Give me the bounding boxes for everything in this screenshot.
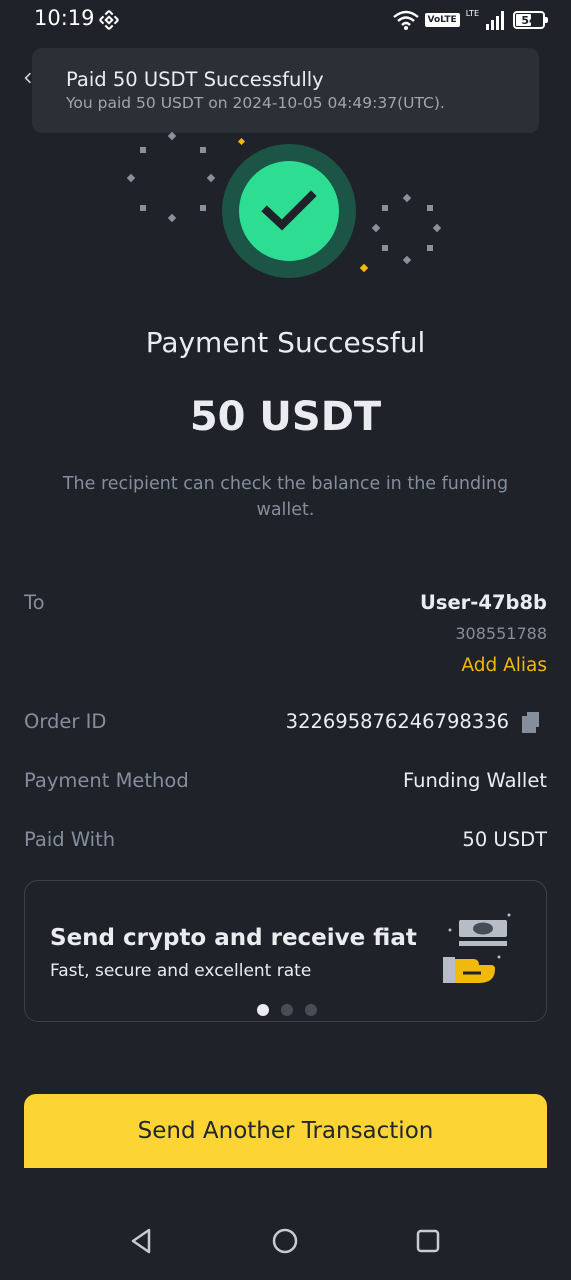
order-id-value: 322695876246798336 <box>285 710 509 733</box>
promo-banner[interactable]: Send crypto and receive fiat Fast, secur… <box>24 880 547 1022</box>
checkmark-icon <box>261 190 317 231</box>
back-arrow-icon[interactable] <box>24 72 32 84</box>
success-illustration <box>120 128 450 288</box>
nav-back-icon[interactable] <box>127 1226 157 1256</box>
toast-subtitle: You paid 50 USDT on 2024-10-05 04:49:37(… <box>66 94 445 112</box>
binance-icon <box>99 10 119 30</box>
result-title: Payment Successful <box>145 326 426 359</box>
order-id-label: Order ID <box>24 710 107 733</box>
recipient-name: User-47b8b <box>420 591 547 614</box>
battery-level: 54 <box>521 13 537 27</box>
nav-recents-icon[interactable] <box>413 1226 443 1256</box>
carousel-dots <box>25 1004 548 1016</box>
paid-with-value: 50 USDT <box>462 828 547 851</box>
copy-icon[interactable] <box>521 711 541 733</box>
toast-title: Paid 50 USDT Successfully <box>66 68 324 91</box>
carousel-dot-1[interactable] <box>256 1004 269 1016</box>
system-nav-bar <box>0 1170 571 1280</box>
banner-subtitle: Fast, secure and excellent rate <box>50 961 312 981</box>
volte-badge: VoLTE <box>424 13 460 27</box>
to-label: To <box>24 591 45 614</box>
payment-method-value: Funding Wallet <box>402 769 547 792</box>
recipient-uid: 308551788 <box>455 624 547 643</box>
result-amount: 50 USDT <box>189 394 382 440</box>
paid-with-label: Paid With <box>24 828 116 851</box>
result-note: The recipient can check the balance in t… <box>62 474 509 520</box>
add-alias-link[interactable]: Add Alias <box>461 655 547 676</box>
carousel-dot-3[interactable] <box>304 1004 317 1016</box>
nav-home-icon[interactable] <box>270 1226 300 1256</box>
success-circle <box>239 161 339 261</box>
battery-icon: 54 <box>513 11 548 29</box>
status-indicators: VoLTE LTE 54 <box>392 7 548 33</box>
payment-toast[interactable]: Paid 50 USDT Successfully You paid 50 US… <box>32 48 539 133</box>
payment-method-label: Payment Method <box>24 769 189 792</box>
send-another-transaction-button[interactable]: Send Another Transaction <box>24 1094 547 1168</box>
carousel-dot-2[interactable] <box>280 1004 293 1016</box>
status-time: 10:19 <box>34 6 95 30</box>
signal-icon <box>486 11 504 30</box>
cash-hand-icon <box>443 913 511 983</box>
status-bar: 10:19 VoLTE LTE 54 <box>0 0 571 40</box>
wifi-icon <box>392 10 419 30</box>
lte-label: LTE <box>465 8 479 18</box>
banner-title: Send crypto and receive fiat <box>50 925 417 951</box>
